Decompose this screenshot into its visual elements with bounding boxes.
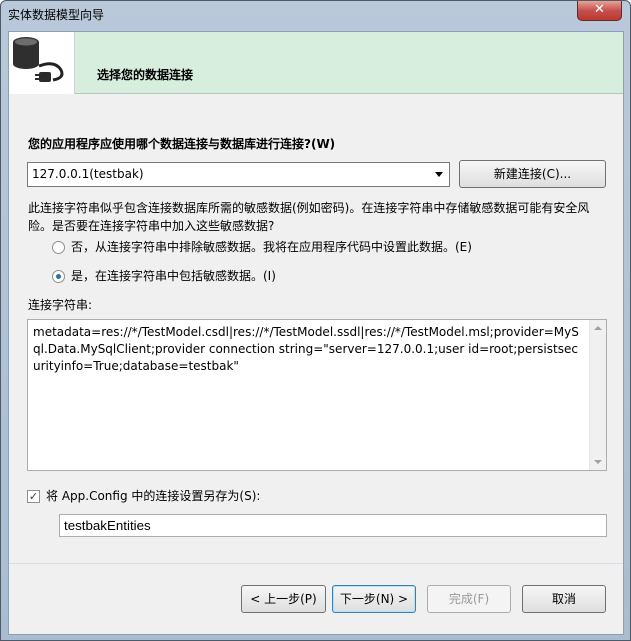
close-button[interactable]: ✕ (577, 1, 622, 21)
connection-string-text: metadata=res://*/TestModel.csdl|res://*/… (33, 325, 579, 373)
wizard-header: 选择您的数据连接 (9, 32, 623, 94)
finish-button[interactable]: 完成(F) (427, 585, 511, 613)
window-title: 实体数据模型向导 (8, 8, 105, 22)
save-settings-option[interactable]: ✓ 将 App.Config 中的连接设置另存为(S): (27, 487, 260, 504)
title-bar[interactable]: 实体数据模型向导 ✕ (1, 1, 630, 27)
next-button[interactable]: 下一步(N) > (332, 585, 416, 613)
page-title: 选择您的数据连接 (97, 68, 194, 82)
footer-separator (9, 563, 623, 564)
scroll-down-icon[interactable] (594, 460, 602, 464)
wizard-window: 实体数据模型向导 ✕ 选择您的数据连接 您的应用程序应使用哪个数据连接与数据库进… (0, 0, 631, 641)
connection-string-label: 连接字符串: (28, 298, 93, 312)
new-connection-button[interactable]: 新建连接(C)... (459, 160, 606, 188)
database-plug-icon (13, 37, 64, 82)
include-sensitive-option[interactable]: 是，在连接字符串中包括敏感数据。(I) (52, 267, 276, 284)
connection-dropdown-value: 127.0.0.1(testbak) (32, 167, 144, 181)
exclude-sensitive-option[interactable]: 否，从连接字符串中排除敏感数据。我将在应用程序代码中设置此数据。(E) (52, 238, 472, 255)
cancel-button[interactable]: 取消 (522, 585, 606, 613)
scroll-up-icon[interactable] (594, 326, 602, 330)
include-label: 是，在连接字符串中包括敏感数据。(I) (71, 269, 276, 283)
exclude-radio[interactable] (52, 241, 65, 254)
save-settings-label: 将 App.Config 中的连接设置另存为(S): (46, 489, 261, 503)
header-icon-area (9, 32, 75, 94)
back-button[interactable]: < 上一步(P) (241, 585, 326, 613)
connection-dropdown[interactable]: 127.0.0.1(testbak) (27, 162, 450, 187)
connection-question: 您的应用程序应使用哪个数据连接与数据库进行连接?(W) (28, 137, 336, 151)
save-settings-checkbox[interactable]: ✓ (27, 490, 40, 503)
sensitive-data-warning: 此连接字符串似乎包含连接数据库所需的敏感数据(例如密码)。在连接字符串中存储敏感… (28, 201, 590, 233)
wizard-body: 选择您的数据连接 您的应用程序应使用哪个数据连接与数据库进行连接?(W) 127… (8, 31, 624, 635)
connection-string-box[interactable]: metadata=res://*/TestModel.csdl|res://*/… (27, 319, 607, 471)
chevron-down-icon (435, 172, 443, 177)
entity-name-input[interactable] (59, 514, 607, 537)
include-radio[interactable] (52, 270, 65, 283)
connection-string-scrollbar[interactable] (589, 320, 606, 470)
exclude-label: 否，从连接字符串中排除敏感数据。我将在应用程序代码中设置此数据。(E) (71, 240, 472, 254)
